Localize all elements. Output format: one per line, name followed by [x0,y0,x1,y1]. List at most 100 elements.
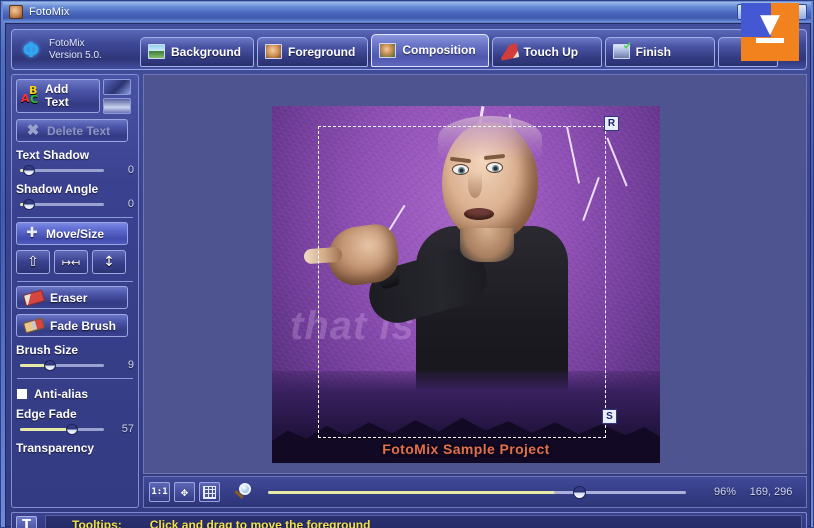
rotate-handle[interactable]: R [604,116,619,131]
center-vertical-icon: ↕ [103,254,115,270]
move-size-label: Move/Size [46,226,105,241]
photo-caption: FotoMix Sample Project [382,441,550,457]
tab-finish-label: Finish [635,44,672,59]
brush-size-label: Brush Size [16,343,79,357]
shadow-angle-slider-row: 0 [16,198,134,210]
text-gradient-button[interactable] [103,98,131,114]
brush-size-value: 9 [127,359,134,371]
window-frame: FotoMix ✕ Φ FotoMix Version 5.0. [0,0,814,528]
fit-window-button[interactable]: ✥ [174,482,195,502]
scale-handle[interactable]: S [602,409,617,424]
download-badge[interactable]: ▼ [741,3,799,61]
slider-track-left [20,364,46,367]
window-title: FotoMix [29,6,70,18]
selection-marquee[interactable] [318,126,606,438]
center-vertical-button[interactable]: ↕ [92,250,126,274]
app-photo-icon [9,5,23,19]
slider-knob[interactable] [23,199,35,210]
anti-alias-checkbox[interactable] [16,388,28,400]
eraser-icon [22,288,46,307]
composition-icon [379,42,397,58]
status-message-area: Tooltips: Click and drag to move the for… [45,515,802,528]
top-toolbar: Φ FotoMix Version 5.0. Background Foregr… [11,29,807,70]
zoom-one-to-one-button[interactable]: 1:1 [149,482,170,502]
center-horizontal-button[interactable]: ↦↤ [54,250,88,274]
app-body: Φ FotoMix Version 5.0. Background Foregr… [5,23,811,528]
add-text-label-line1: Add [45,82,69,96]
edge-fade-slider[interactable] [20,423,104,435]
slider-knob[interactable] [44,360,56,371]
anti-alias-label: Anti-alias [34,387,89,401]
shadow-angle-value: 0 [127,198,134,210]
one-to-one-label: 1:1 [151,487,168,497]
slider-knob[interactable] [66,424,78,435]
bottom-toolbar: 1:1 ✥ 96% 169, 296 [143,476,807,508]
edge-fade-label: Edge Fade [16,407,77,421]
flip-vertical-icon: ⇧ [27,254,39,270]
tooltip-message: Click and drag to move the foreground [149,518,371,528]
brand-version: Version 5.0. [49,49,102,61]
tab-foreground[interactable]: Foreground [257,36,369,67]
eraser-label: Eraser [50,290,88,305]
add-text-side-buttons [103,79,131,114]
brush-size-slider[interactable] [20,359,104,371]
zoom-percent-value: 96% [713,486,736,498]
delete-text-button[interactable]: ✖ Delete Text [16,119,128,142]
tab-touch-up-label: Touch Up [523,44,579,59]
abc-letters-icon: BAC [21,84,39,106]
edge-fade-value: 57 [121,423,134,435]
text-style-button[interactable] [103,79,131,95]
slider-track-right [52,364,104,367]
tab-bar: Background Foreground Composition Touch … [140,33,806,67]
divider [17,217,133,218]
add-text-button[interactable]: BAC Add Text [16,79,100,113]
zoom-track-left [268,491,578,494]
center-horizontal-icon: ↦↤ [61,255,81,269]
add-text-label-line2: Text [45,95,69,109]
landscape-icon [148,44,165,59]
divider [17,281,133,282]
finish-icon [612,44,630,59]
shadow-angle-slider[interactable] [20,198,104,210]
anti-alias-row[interactable]: Anti-alias [16,387,134,401]
fade-brush-button[interactable]: Fade Brush [16,314,128,337]
flip-vertical-button[interactable]: ⇧ [16,250,50,274]
eraser-button[interactable]: Eraser [16,286,128,309]
brush-icon [498,42,519,61]
transparency-label: Transparency [16,441,95,455]
magnifier-icon [234,482,256,502]
left-sidebar: BAC Add Text ✖ Delete Text Text Shadow 0… [11,74,139,508]
canvas-area[interactable]: that is not... FotoMix Sample Project R … [143,74,807,474]
move-arrows-icon: ✚ [26,224,38,241]
delete-text-label: Delete Text [47,123,111,138]
fotomix-window: FotoMix ✕ Φ FotoMix Version 5.0. [0,0,814,528]
status-bar: T Tooltips: Click and drag to move the f… [11,512,807,528]
tab-finish[interactable]: Finish [604,36,715,67]
slider-track-left [20,428,68,431]
tooltips-toggle-button[interactable]: T [16,515,37,528]
text-shadow-slider[interactable] [20,164,104,176]
slider-knob[interactable] [23,165,35,176]
grid-icon [203,485,216,499]
fade-brush-icon [22,317,46,334]
tab-touch-up[interactable]: Touch Up [491,36,602,67]
slider-track-right [74,428,104,431]
portrait-icon [265,44,283,59]
composite-photo[interactable]: that is not... FotoMix Sample Project R … [272,106,660,463]
text-shadow-slider-row: 0 [16,164,134,176]
text-shadow-label: Text Shadow [16,148,90,162]
zoom-slider-knob[interactable] [573,486,586,499]
edge-fade-slider-row: 57 [16,423,134,435]
brand-name: FotoMix [49,37,85,49]
divider [17,378,133,379]
fit-window-icon: ✥ [180,485,189,499]
tab-composition[interactable]: Composition [371,33,489,67]
grid-toggle-button[interactable] [199,482,220,502]
zoom-slider[interactable] [268,485,686,499]
tooltips-label: Tooltips: [72,518,122,528]
tab-background[interactable]: Background [140,36,255,67]
tab-foreground-label: Foreground [288,44,356,59]
fade-brush-label: Fade Brush [50,318,117,333]
move-size-button[interactable]: ✚ Move/Size [16,222,128,245]
slider-track-right [28,203,104,206]
